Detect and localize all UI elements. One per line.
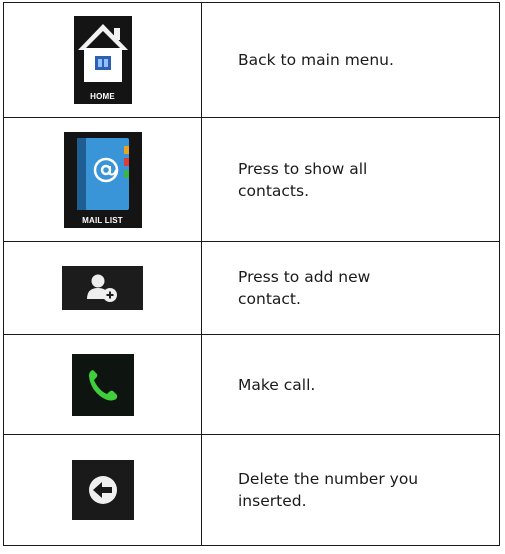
- row-description: Back to main menu.: [238, 51, 394, 69]
- row-description: Delete the number you inserted.: [238, 470, 419, 510]
- icon-function-table: HOME Back to main menu. MAIL LIST Press …: [3, 2, 500, 546]
- table-row: MAIL LIST Press to show all contacts.: [3, 117, 500, 242]
- description-cell: Press to show all contacts.: [201, 117, 500, 242]
- description-cell: Make call.: [201, 334, 500, 435]
- table-row: Make call.: [3, 334, 500, 435]
- add-contact-icon[interactable]: [62, 266, 143, 310]
- description-cell: Back to main menu.: [201, 2, 500, 118]
- mail-list-icon[interactable]: MAIL LIST: [63, 131, 142, 228]
- icon-cell: [3, 241, 202, 335]
- icon-cell: [3, 334, 202, 435]
- row-description: Make call.: [238, 375, 316, 394]
- phone-call-icon[interactable]: [71, 353, 134, 416]
- mail-list-icon-label: MAIL LIST: [82, 215, 123, 225]
- home-icon[interactable]: HOME: [73, 16, 132, 104]
- description-cell: Delete the number you inserted.: [201, 434, 500, 546]
- icon-cell: HOME: [3, 2, 202, 118]
- icon-cell: MAIL LIST: [3, 117, 202, 242]
- table-row: Press to add new contact.: [3, 241, 500, 335]
- row-description: Press to show all contacts.: [238, 159, 368, 200]
- description-cell: Press to add new contact.: [201, 241, 500, 335]
- icon-cell: [3, 434, 202, 546]
- table-row: HOME Back to main menu.: [3, 2, 500, 118]
- home-icon-label: HOME: [90, 92, 115, 101]
- backspace-arrow-icon[interactable]: [71, 460, 134, 520]
- row-description: Press to add new contact.: [238, 268, 371, 308]
- table-row: Delete the number you inserted.: [3, 434, 500, 546]
